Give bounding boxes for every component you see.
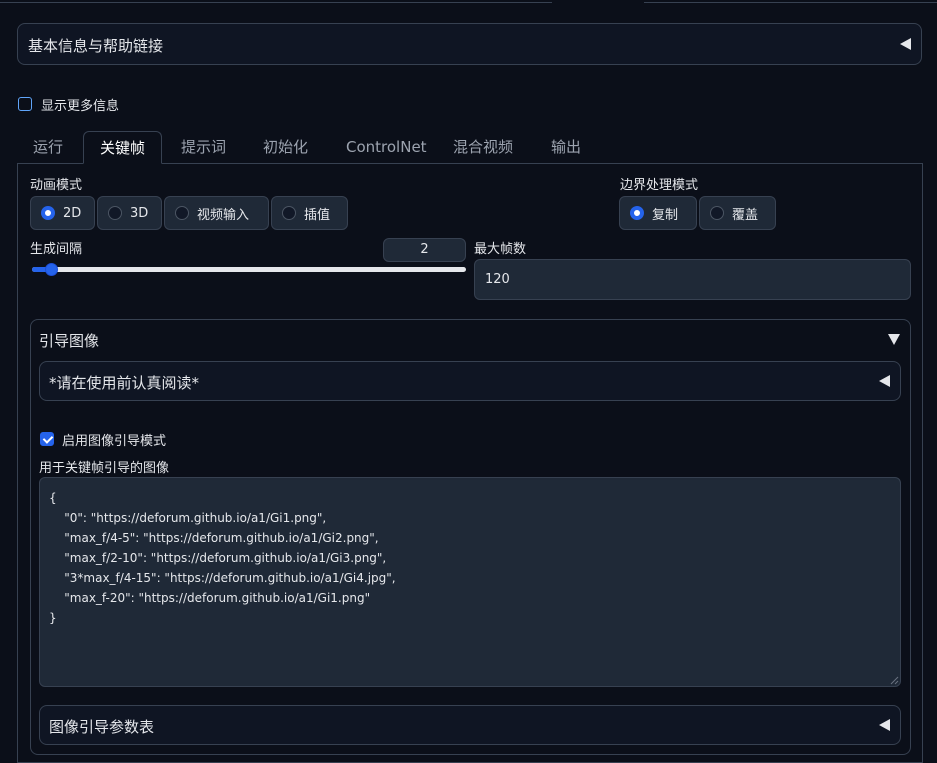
triangle-left-icon — [879, 719, 890, 731]
triangle-left-icon — [879, 375, 890, 387]
tab-controlnet[interactable]: ControlNet — [330, 131, 443, 163]
radio-empty-icon — [108, 206, 122, 220]
triangle-left-icon — [900, 38, 911, 50]
radio-empty-icon — [282, 206, 296, 220]
triangle-down-icon[interactable] — [888, 334, 900, 345]
tab-output[interactable]: 输出 — [535, 131, 597, 163]
option-label: 复制 — [652, 207, 679, 223]
border-mode-radio-group: 复制 覆盖 — [619, 196, 776, 230]
resize-handle-icon[interactable] — [890, 676, 899, 685]
enable-guided-images-label: 启用图像引导模式 — [62, 434, 167, 449]
border-mode-option-wrap[interactable]: 覆盖 — [699, 196, 776, 230]
accordion-title: 基本信息与帮助链接 — [28, 37, 164, 55]
radio-empty-icon — [710, 206, 724, 220]
top-border — [0, 0, 937, 3]
show-more-checkbox[interactable] — [18, 97, 32, 111]
border-mode-option-replicate[interactable]: 复制 — [619, 196, 697, 230]
schedules-accordion[interactable]: 图像引导参数表 — [39, 705, 901, 745]
animation-mode-option-interpolation[interactable]: 插值 — [271, 196, 348, 230]
max-frames-input[interactable]: 120 — [474, 259, 911, 300]
guided-images-textarea[interactable]: { "0": "https://deforum.github.io/a1/Gi1… — [39, 477, 901, 687]
cadence-label: 生成间隔 — [30, 242, 83, 257]
option-label: 覆盖 — [732, 207, 759, 223]
option-label: 3D — [130, 205, 149, 221]
guided-images-textarea-label: 用于关键帧引导的图像 — [39, 461, 170, 476]
cadence-slider-track[interactable] — [32, 267, 466, 272]
radio-empty-icon — [175, 206, 189, 220]
option-label: 插值 — [304, 207, 331, 223]
schedules-title: 图像引导参数表 — [49, 718, 155, 736]
animation-mode-radio-group: 2D 3D 视频输入 插值 — [30, 196, 348, 230]
animation-mode-option-3d[interactable]: 3D — [97, 196, 162, 230]
tab-hybrid-video[interactable]: 混合视频 — [437, 131, 529, 163]
option-label: 2D — [63, 205, 82, 221]
radio-selected-icon — [630, 206, 644, 220]
guided-images-title[interactable]: 引导图像 — [39, 330, 99, 351]
border-mode-label: 边界处理模式 — [620, 178, 699, 193]
tab-bar: 运行 关键帧 提示词 初始化 ControlNet 混合视频 输出 — [17, 131, 923, 164]
animation-mode-label: 动画模式 — [30, 178, 83, 193]
max-frames-label: 最大帧数 — [474, 242, 527, 257]
cadence-number-input[interactable]: 2 — [383, 238, 466, 262]
tab-keyframes[interactable]: 关键帧 — [83, 131, 163, 164]
show-more-label: 显示更多信息 — [41, 99, 120, 114]
tab-run[interactable]: 运行 — [17, 131, 79, 163]
animation-mode-option-2d[interactable]: 2D — [30, 196, 95, 230]
info-links-accordion[interactable]: 基本信息与帮助链接 — [17, 23, 922, 65]
radio-selected-icon — [41, 206, 55, 220]
animation-mode-option-video-input[interactable]: 视频输入 — [164, 196, 269, 230]
option-label: 视频输入 — [197, 207, 250, 223]
cadence-slider-thumb[interactable] — [44, 263, 58, 276]
tab-prompts[interactable]: 提示词 — [165, 131, 242, 163]
readme-title: *请在使用前认真阅读* — [49, 374, 200, 392]
readme-accordion[interactable]: *请在使用前认真阅读* — [39, 361, 901, 401]
enable-guided-images-checkbox[interactable] — [40, 432, 54, 446]
tab-init[interactable]: 初始化 — [247, 131, 324, 163]
